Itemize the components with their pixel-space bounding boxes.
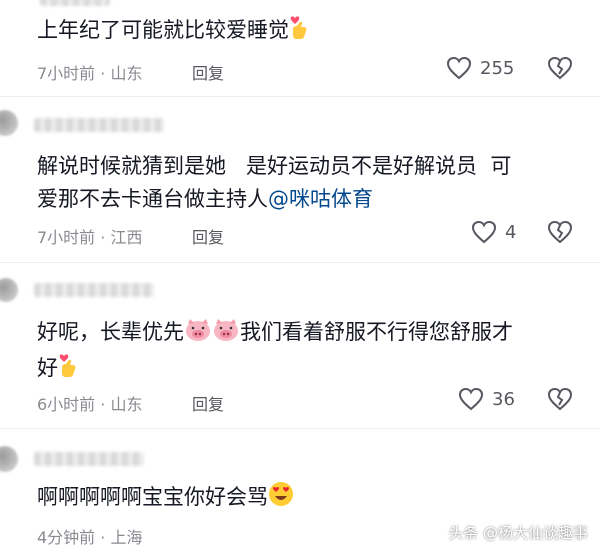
comment-line: 好呢，长辈优先 我们看着舒服不行得您舒服才 — [37, 316, 513, 352]
dislike-button[interactable] — [547, 387, 573, 415]
comment-location: 江西 — [110, 228, 143, 247]
reply-button[interactable]: 回复 — [192, 391, 224, 415]
comment-time: 7小时前 — [37, 64, 96, 83]
comment-time: 7小时前 — [37, 228, 96, 247]
like-button[interactable]: 4 — [471, 220, 516, 244]
like-button[interactable]: 36 — [458, 387, 515, 411]
avatar — [0, 110, 18, 136]
comment-body: 啊啊啊啊啊宝宝你好会骂 — [37, 485, 268, 509]
mention-link[interactable]: @咪咕体育 — [268, 187, 373, 211]
finger-heart-emoji — [58, 352, 80, 388]
comment-line: 解说时候就猜到是她 是好运动员不是好解说员 可 — [37, 154, 512, 178]
comment-text: 啊啊啊啊啊宝宝你好会骂 — [37, 481, 294, 517]
comment-meta: 7小时前 · 江西 — [37, 228, 143, 247]
broken-heart-icon — [547, 387, 573, 411]
comment-meta: 4分钟前 · 上海 — [37, 528, 143, 547]
comment-meta: 7小时前 · 山东 — [37, 64, 143, 83]
comment-line: 爱那不去卡通台做主持人@咪咕体育 — [37, 187, 373, 211]
heart-icon — [446, 56, 472, 80]
reply-button[interactable]: 回复 — [192, 224, 224, 248]
like-count: 255 — [480, 57, 515, 79]
divider — [0, 96, 600, 97]
blurred-username — [34, 452, 144, 466]
heart-icon — [458, 387, 484, 411]
comment-line: 好 — [37, 352, 513, 388]
blurred-username — [34, 283, 154, 297]
reply-button[interactable]: 回复 — [192, 60, 224, 84]
heart-eyes-emoji — [268, 481, 294, 517]
blurred-username — [40, 0, 110, 6]
watermark: 头条 @杨大仙谈趣事 — [448, 524, 588, 542]
broken-heart-icon — [547, 56, 573, 80]
comment-meta: 6小时前 · 山东 — [37, 395, 143, 414]
comment-location: 山东 — [110, 64, 143, 83]
blurred-username — [34, 118, 164, 132]
dislike-button[interactable] — [547, 220, 573, 248]
comment-text: 上年纪了可能就比较爱睡觉 — [37, 14, 311, 50]
comment-text: 好呢，长辈优先 我们看着舒服不行得您舒服才 好 — [37, 316, 513, 388]
pig-face-emoji — [184, 318, 212, 352]
comment-body: 上年纪了可能就比较爱睡觉 — [37, 18, 289, 42]
divider — [0, 262, 600, 263]
comment-location: 山东 — [110, 395, 143, 414]
like-button[interactable]: 255 — [446, 56, 514, 80]
divider — [0, 428, 600, 429]
broken-heart-icon — [547, 220, 573, 244]
like-count: 36 — [492, 388, 515, 410]
avatar — [0, 446, 18, 472]
comment-text: 解说时候就猜到是她 是好运动员不是好解说员 可 爱那不去卡通台做主持人@咪咕体育 — [37, 150, 511, 216]
like-count: 4 — [505, 221, 517, 243]
comment-time: 6小时前 — [37, 395, 96, 414]
finger-heart-emoji — [289, 14, 311, 50]
heart-icon — [471, 220, 497, 244]
pig-face-emoji — [212, 318, 240, 352]
avatar — [0, 278, 18, 302]
dislike-button[interactable] — [547, 56, 573, 84]
comment-location: 上海 — [110, 528, 143, 547]
comment-time: 4分钟前 — [37, 528, 96, 547]
